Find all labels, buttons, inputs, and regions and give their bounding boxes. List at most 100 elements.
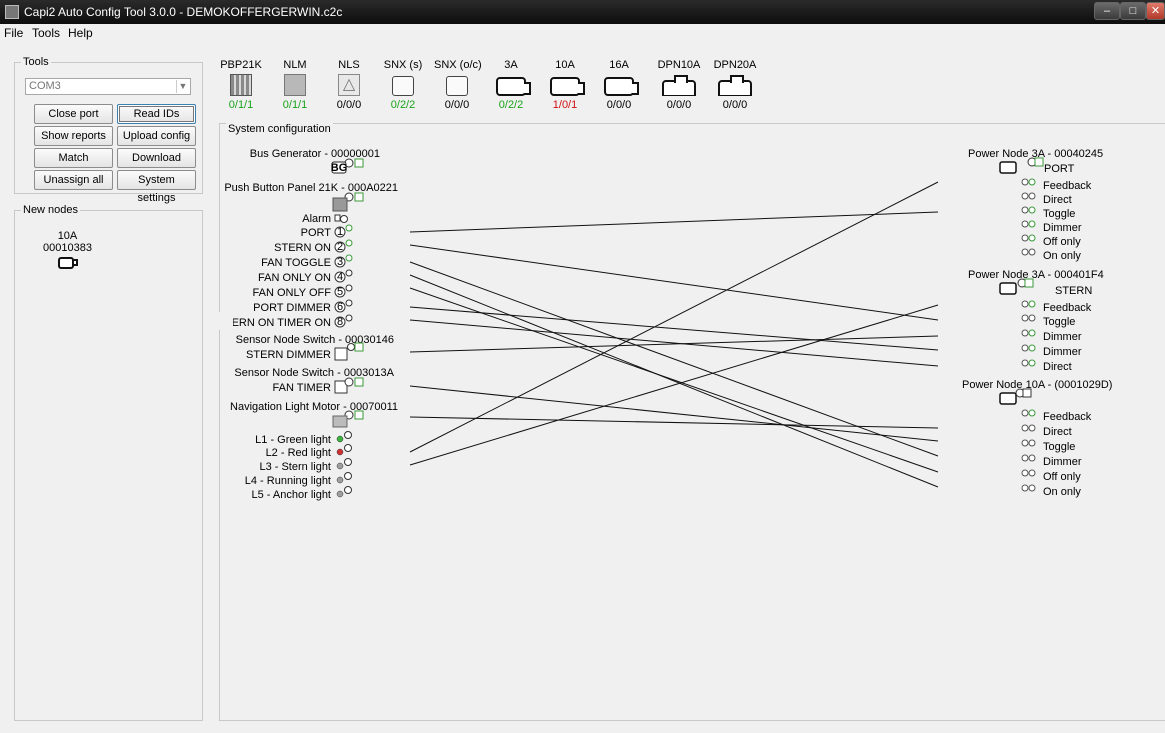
connector-icon[interactable] (1028, 248, 1036, 256)
power-node-3-title: Power Node 10A - (0001029D) (962, 379, 1112, 391)
bus-generator-badge: BG (331, 162, 348, 174)
connector-icon[interactable] (1028, 206, 1036, 214)
button-number: 2 (337, 241, 343, 253)
connector-icon[interactable] (1028, 454, 1036, 462)
button-number: 5 (337, 286, 343, 298)
connector-icon[interactable] (345, 299, 353, 307)
connection-line[interactable] (409, 274, 939, 488)
button-number: 8 (337, 316, 343, 328)
connector-icon[interactable] (1021, 234, 1029, 242)
connector-icon[interactable] (1021, 300, 1029, 308)
connector-icon[interactable] (345, 254, 353, 262)
connector-icon[interactable] (345, 224, 353, 232)
light-label: L5 - Anchor light (252, 489, 332, 501)
connector-icon[interactable] (344, 458, 352, 466)
connector-icon[interactable] (1028, 220, 1036, 228)
connector-icon[interactable] (340, 215, 348, 223)
connector-icon[interactable] (344, 472, 352, 480)
connection-line[interactable] (409, 287, 939, 473)
light-label: L1 - Green light (255, 434, 331, 446)
sensor-switch-2-name: FAN TIMER (273, 382, 332, 394)
button-label: FAN ONLY OFF (253, 287, 332, 299)
connection-line[interactable] (409, 244, 939, 321)
output-label: Toggle (1043, 316, 1075, 328)
connector-icon[interactable] (1028, 300, 1036, 308)
output-label: On only (1043, 250, 1081, 262)
checkbox-icon[interactable] (354, 158, 364, 168)
output-label: Direct (1043, 194, 1072, 206)
connector-icon[interactable] (1021, 206, 1029, 214)
connector-icon[interactable] (344, 377, 354, 387)
connector-icon[interactable] (1021, 424, 1029, 432)
connector-icon[interactable] (1028, 234, 1036, 242)
button-number: 1 (337, 226, 343, 238)
connection-line[interactable] (409, 385, 939, 442)
connector-icon[interactable] (1021, 248, 1029, 256)
button-label: PORT (301, 227, 332, 239)
checkbox-icon[interactable] (354, 192, 364, 202)
power-node-icon (999, 161, 1017, 174)
light-bulb-icon (336, 476, 344, 484)
connector-icon[interactable] (1028, 424, 1036, 432)
connector-icon[interactable] (345, 239, 353, 247)
connector-icon[interactable] (1021, 409, 1029, 417)
connector-icon[interactable] (1028, 178, 1036, 186)
connector-icon[interactable] (1028, 192, 1036, 200)
output-label: Toggle (1043, 208, 1075, 220)
connection-line[interactable] (409, 416, 939, 429)
connector-icon[interactable] (1021, 178, 1029, 186)
connector-icon[interactable] (1028, 409, 1036, 417)
sensor-switch-1-name: STERN DIMMER (246, 349, 331, 361)
output-label: Dimmer (1043, 456, 1082, 468)
connector-icon[interactable] (344, 486, 352, 494)
connector-icon[interactable] (345, 314, 353, 322)
checkbox-icon[interactable] (1022, 388, 1032, 398)
power-node-2-title: Power Node 3A - 000401F4 (968, 269, 1104, 281)
power-node-1-name: PORT (1044, 163, 1075, 175)
light-bulb-icon (336, 490, 344, 498)
button-label: Alarm (302, 213, 331, 225)
light-bulb-icon (336, 435, 344, 443)
button-number: 4 (337, 271, 343, 283)
connector-icon[interactable] (1028, 359, 1036, 367)
connector-icon[interactable] (1021, 484, 1029, 492)
output-label: Dimmer (1043, 222, 1082, 234)
connector-icon[interactable] (1028, 439, 1036, 447)
button-number: 3 (337, 256, 343, 268)
connector-icon[interactable] (1028, 484, 1036, 492)
checkbox-icon[interactable] (1034, 157, 1044, 167)
button-label: FAN ONLY ON (258, 272, 331, 284)
connector-icon[interactable] (1021, 220, 1029, 228)
label-clip (219, 312, 233, 330)
connector-icon[interactable] (1021, 439, 1029, 447)
connector-icon[interactable] (344, 444, 352, 452)
connector-icon[interactable] (1021, 314, 1029, 322)
checkbox-icon[interactable] (354, 410, 364, 420)
connector-icon[interactable] (344, 431, 352, 439)
power-node-3-outputs: Feedback Direct Toggle Dimmer Off only O… (1021, 409, 1092, 498)
connector-icon[interactable] (1021, 329, 1029, 337)
checkbox-icon[interactable] (354, 342, 364, 352)
connector-icon[interactable] (1028, 469, 1036, 477)
light-label: L4 - Running light (245, 475, 331, 487)
connector-icon[interactable] (1021, 454, 1029, 462)
connector-icon[interactable] (1021, 344, 1029, 352)
connector-icon[interactable] (345, 269, 353, 277)
output-label: Feedback (1043, 302, 1092, 314)
checkbox-icon[interactable] (354, 377, 364, 387)
connector-icon[interactable] (1021, 192, 1029, 200)
connector-icon[interactable] (1028, 344, 1036, 352)
output-label: Direct (1043, 361, 1072, 373)
checkbox-icon[interactable] (1024, 278, 1034, 288)
connector-icon[interactable] (1028, 314, 1036, 322)
connector-icon[interactable] (347, 343, 355, 351)
connector-icon[interactable] (1021, 469, 1029, 477)
light-label: L3 - Stern light (259, 461, 331, 473)
connector-icon[interactable] (1028, 329, 1036, 337)
output-label: Dimmer (1043, 346, 1082, 358)
power-node-1-outputs: Feedback Direct Toggle Dimmer Off only O… (1021, 178, 1092, 262)
configuration-canvas: Bus Generator - 00000001 BG Push Button … (219, 148, 1112, 501)
connector-icon[interactable] (1021, 359, 1029, 367)
connector-icon[interactable] (345, 284, 353, 292)
output-label: Off only (1043, 236, 1081, 248)
